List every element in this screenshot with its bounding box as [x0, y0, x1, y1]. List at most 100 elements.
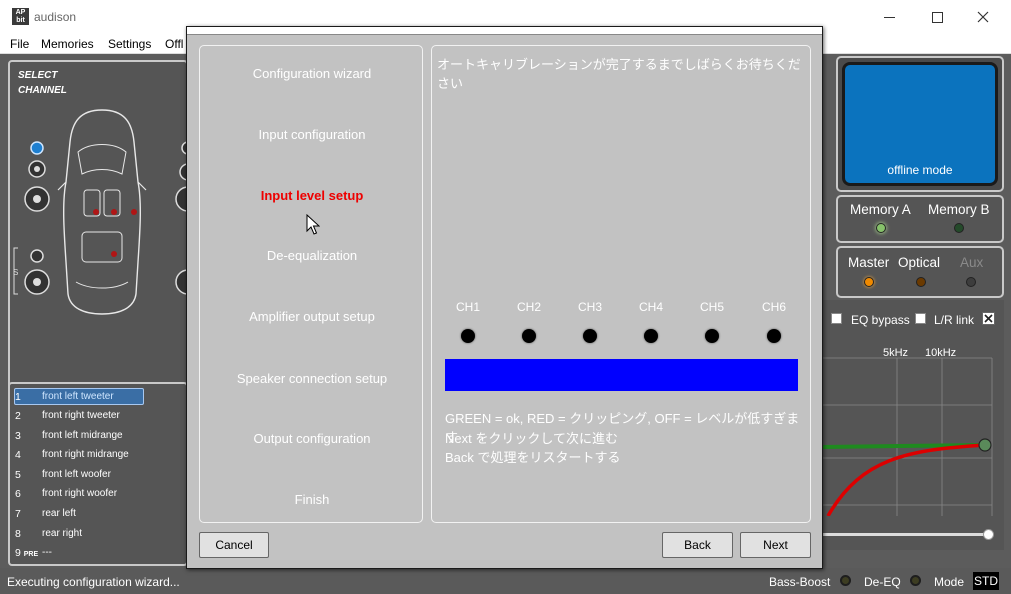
channel-name: front left tweeter	[42, 391, 114, 402]
channel-list-item[interactable]: 5 front left woofer	[14, 466, 184, 484]
info-line-next: Next をクリックして次に進む	[445, 431, 618, 446]
menu-offline[interactable]: Offl	[165, 37, 183, 51]
bass-boost-led	[840, 575, 851, 586]
channel-list-item[interactable]: 1 front left tweeter	[14, 388, 184, 406]
wizard-steps-panel: Configuration wizard Input configuration I…	[199, 45, 423, 523]
channel-name: front left woofer	[42, 469, 111, 480]
dialog-title-strip	[187, 27, 822, 35]
wizard-step: De-equalization	[266, 248, 358, 263]
car-diagram[interactable]: S	[10, 62, 190, 434]
channel-level-indicator	[767, 329, 781, 343]
eq-slider-track[interactable]	[822, 533, 992, 536]
channel-pre-tag: PRE	[23, 551, 39, 558]
info-line-back: Back で処理をリスタートする	[445, 450, 621, 465]
channel-number: 3	[15, 430, 21, 442]
eq-slider-thumb[interactable]	[983, 529, 994, 540]
aux-label[interactable]: Aux	[960, 255, 983, 270]
offline-mode-label: offline mode	[887, 163, 953, 177]
channel-level-label: CH5	[699, 300, 724, 314]
app-logo: AP bit	[12, 8, 29, 25]
memory-b-led	[954, 223, 964, 233]
wizard-step: Finish	[294, 492, 330, 507]
channel-level-indicator	[583, 329, 597, 343]
seat-marker	[131, 209, 137, 215]
lr-link-checkbox[interactable]	[915, 313, 926, 324]
menu-file[interactable]: File	[10, 37, 29, 51]
optical-led	[916, 277, 926, 287]
maximize-icon	[931, 11, 943, 23]
channel-number: 5	[15, 469, 21, 481]
seat-marker	[111, 209, 117, 215]
channel-name: rear left	[42, 508, 76, 519]
optical-label[interactable]: Optical	[898, 255, 940, 270]
wizard-step: Output configuration	[253, 431, 371, 446]
status-text: Executing configuration wizard...	[7, 575, 180, 589]
wizard-content-panel: オートキャリブレーションが完了するまでしばらくお待ちください CH1 CH2 CH3…	[431, 45, 811, 523]
wizard-step: Amplifier output setup	[249, 309, 375, 324]
channel-number: 2	[15, 410, 21, 422]
channel-list: 1 front left tweeter 2 front right tweete…	[8, 382, 188, 566]
memory-a-label[interactable]: Memory A	[850, 202, 911, 217]
eq-graph[interactable]	[822, 336, 1004, 516]
menu-settings[interactable]: Settings	[108, 37, 151, 51]
status-bar: Executing configuration wizard... Bass-B…	[0, 568, 1011, 594]
calibration-heading: オートキャリブレーションが完了するまでしばらくお待ちください	[437, 57, 801, 91]
minimize-button[interactable]	[866, 0, 912, 34]
memory-b-label[interactable]: Memory B	[928, 202, 990, 217]
channel-level-label: CH4	[638, 300, 663, 314]
menu-memories[interactable]: Memories	[41, 37, 94, 51]
offline-panel: offline mode	[836, 56, 1004, 192]
channel-number: 6	[15, 488, 21, 500]
eq-handle-icon[interactable]	[978, 438, 992, 452]
channel-list-item[interactable]: 9 PRE ---	[14, 544, 184, 562]
bass-boost-label: Bass-Boost	[769, 575, 831, 589]
channel-name: front right tweeter	[42, 410, 120, 421]
channel-list-item[interactable]: 3 front left midrange	[14, 427, 184, 445]
memory-a-led	[876, 223, 886, 233]
channel-list-item[interactable]: 8 rear right	[14, 525, 184, 543]
channel-list-item[interactable]: 4 front right midrange	[14, 446, 184, 464]
configuration-wizard-dialog: Configuration wizard Input configuration I…	[186, 26, 823, 569]
channel-level-indicator	[705, 329, 719, 343]
channel-number: 4	[15, 449, 21, 461]
channel-number: 8	[15, 528, 21, 540]
channel-number: 7	[15, 508, 21, 520]
minimize-icon	[883, 16, 895, 18]
lr-link-label: L/R link	[934, 313, 975, 327]
channel-level-label: CH6	[761, 300, 786, 314]
channel-level-label: CH1	[455, 300, 480, 314]
next-button[interactable]: Next	[740, 532, 811, 558]
channel-list-item[interactable]: 7 rear left	[14, 505, 184, 523]
aux-led	[966, 277, 976, 287]
master-label[interactable]: Master	[848, 255, 889, 270]
mode-label: Mode	[934, 575, 965, 589]
eq-bypass-label: EQ bypass	[851, 313, 910, 327]
seat-marker	[93, 209, 99, 215]
channel-list-item[interactable]: 6 front right woofer	[14, 485, 184, 503]
de-eq-led	[910, 575, 921, 586]
close-button[interactable]	[960, 0, 1006, 34]
de-eq-label: De-EQ	[864, 575, 901, 589]
master-led	[864, 277, 874, 287]
channel-list-item[interactable]: 2 front right tweeter	[14, 407, 184, 425]
maximize-button[interactable]	[914, 0, 960, 34]
channel-name: front right midrange	[42, 449, 129, 460]
cancel-button[interactable]: Cancel	[199, 532, 269, 558]
speaker-tweeter-icon[interactable]	[30, 141, 44, 155]
memory-panel: Memory A Memory B	[836, 195, 1004, 243]
back-button[interactable]: Back	[662, 532, 733, 558]
eq-bypass-checkbox[interactable]	[831, 313, 842, 324]
mode-std-badge[interactable]: STD	[973, 572, 999, 590]
wizard-step: Input level setup	[260, 188, 364, 203]
speaker-rear-tweeter-icon[interactable]	[30, 249, 44, 263]
channel-name: front right woofer	[42, 488, 118, 499]
wizard-step: Speaker connection setup	[236, 371, 388, 386]
eq-panel: EQ bypass L/R link 5kHz 10kHz	[822, 300, 1004, 550]
channel-level-label: CH3	[577, 300, 602, 314]
channel-level-indicator	[644, 329, 658, 343]
channel-level-indicator	[461, 329, 475, 343]
mouse-pointer-icon	[306, 214, 320, 235]
s-mark: S	[13, 268, 18, 277]
reset-icon[interactable]	[982, 312, 995, 325]
channel-name: ---	[42, 547, 52, 558]
